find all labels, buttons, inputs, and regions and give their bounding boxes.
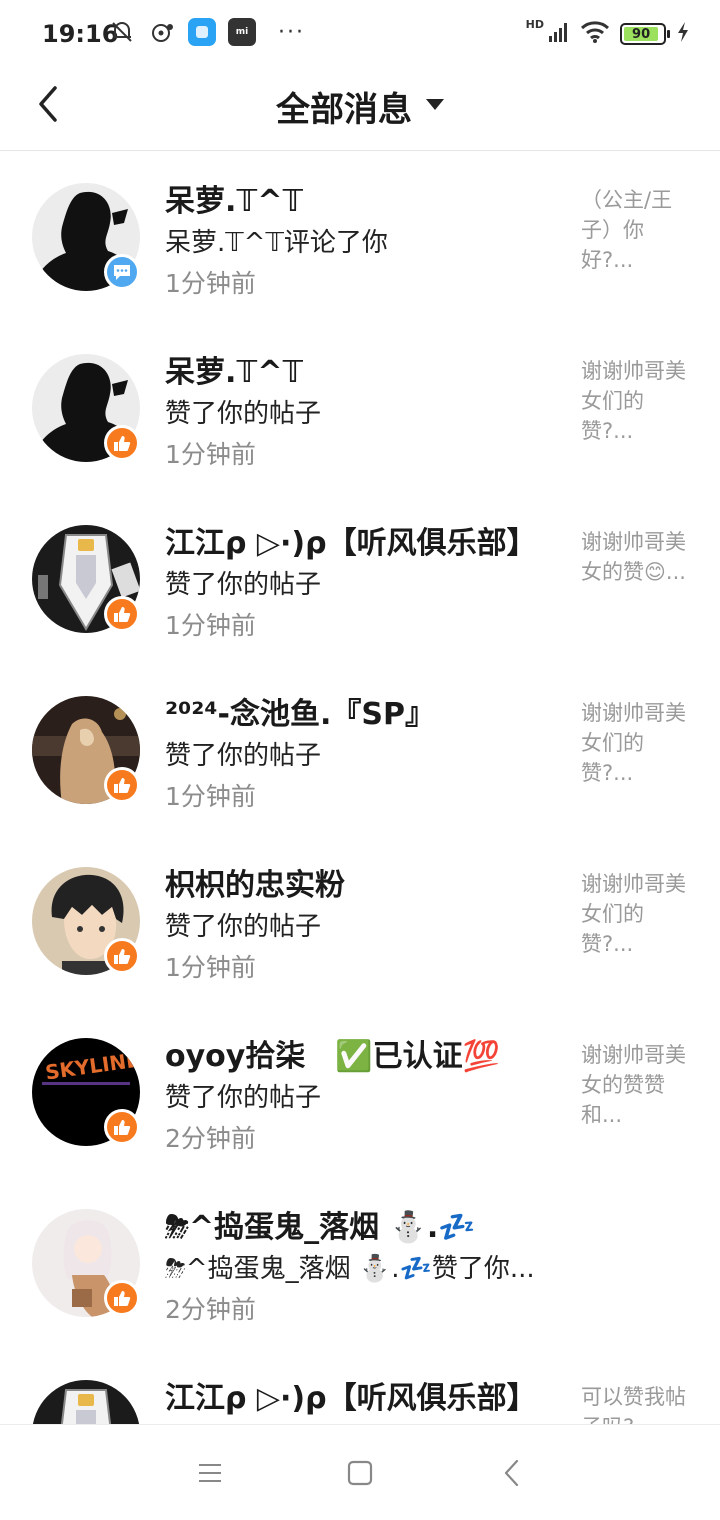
message-time: 1分钟前 bbox=[165, 953, 256, 982]
message-action: 赞了你的帖子 bbox=[165, 570, 322, 600]
avatar[interactable] bbox=[32, 1380, 140, 1424]
sender-name: oyoy拾柒 ✅已认证💯 bbox=[165, 1039, 501, 1074]
message-item[interactable]: 呆萝.𝕋^𝕋 赞了你的帖子 1分钟前 谢谢帅哥美女们的赞?... bbox=[0, 323, 720, 494]
caret-down-icon bbox=[426, 99, 444, 110]
message-action: 呆萝.𝕋^𝕋评论了你 bbox=[165, 228, 388, 258]
home-button[interactable] bbox=[340, 1455, 380, 1491]
message-action: ⛈^捣蛋鬼_落烟 ⛄.💤赞了你... bbox=[165, 1254, 535, 1284]
message-time: 1分钟前 bbox=[165, 269, 256, 298]
sender-name: ⛈^捣蛋鬼_落烟 ⛄.💤 bbox=[165, 1210, 476, 1245]
post-preview[interactable]: （公主/王子）你好?... bbox=[581, 185, 691, 275]
message-item[interactable]: ²⁰²⁴-念池鱼.『SP』 赞了你的帖子 1分钟前 谢谢帅哥美女们的赞?... bbox=[0, 665, 720, 836]
home-square-icon bbox=[347, 1460, 373, 1486]
message-action: 赞了你的帖子 bbox=[165, 741, 322, 771]
message-list: 呆萝.𝕋^𝕋 呆萝.𝕋^𝕋评论了你 1分钟前 （公主/王子）你好?... 呆萝.… bbox=[0, 152, 720, 1424]
more-notifications-icon: ··· bbox=[278, 19, 305, 45]
header: 全部消息 bbox=[0, 68, 720, 151]
status-system-icons: HD 90 bbox=[525, 17, 690, 48]
post-preview[interactable]: 谢谢帅哥美女们的赞?... bbox=[581, 869, 691, 959]
battery-icon: 90 bbox=[620, 23, 670, 45]
post-preview[interactable]: 谢谢帅哥美女的赞赞和... bbox=[581, 1040, 691, 1130]
charging-icon bbox=[676, 21, 690, 47]
message-time: 2分钟前 bbox=[165, 1295, 256, 1324]
status-bar: 19:16 mi ··· HD 90 bbox=[0, 0, 720, 68]
message-time: 1分钟前 bbox=[165, 782, 256, 811]
like-badge-icon bbox=[104, 938, 140, 974]
post-preview[interactable]: 可以赞我帖子吗? bbox=[581, 1382, 691, 1424]
post-preview[interactable]: 谢谢帅哥美女们的赞?... bbox=[581, 356, 691, 446]
status-notification-icons: mi ··· bbox=[108, 18, 305, 46]
back-chevron-icon bbox=[504, 1459, 519, 1487]
message-time: 2分钟前 bbox=[165, 1124, 256, 1153]
hd-label: HD bbox=[525, 17, 544, 31]
like-badge-icon bbox=[104, 1280, 140, 1316]
message-action: 赞了你的帖子 bbox=[165, 1083, 322, 1113]
message-time: 1分钟前 bbox=[165, 440, 256, 469]
message-action: 赞了你的帖子 bbox=[165, 912, 322, 942]
title-dropdown[interactable]: 全部消息 bbox=[0, 82, 720, 131]
message-time: 1分钟前 bbox=[165, 611, 256, 640]
message-item[interactable]: 枳枳的忠实粉 赞了你的帖子 1分钟前 谢谢帅哥美女们的赞?... bbox=[0, 836, 720, 1007]
message-item[interactable]: 呆萝.𝕋^𝕋 呆萝.𝕋^𝕋评论了你 1分钟前 （公主/王子）你好?... bbox=[0, 152, 720, 323]
mute-bell-icon bbox=[108, 18, 136, 46]
message-item[interactable]: 江江ρ ▷·)ρ【听风俱乐部】 可以赞我帖子吗? bbox=[0, 1349, 720, 1424]
like-badge-icon bbox=[104, 767, 140, 803]
mi-app-icon: mi bbox=[228, 18, 256, 46]
like-badge-icon bbox=[104, 596, 140, 632]
sender-name: 呆萝.𝕋^𝕋 bbox=[165, 184, 304, 219]
post-preview[interactable]: 谢谢帅哥美女们的赞?... bbox=[581, 698, 691, 788]
comment-badge-icon bbox=[104, 254, 140, 290]
sender-name: 江江ρ ▷·)ρ【听风俱乐部】 bbox=[165, 1381, 537, 1416]
sender-name: 江江ρ ▷·)ρ【听风俱乐部】 bbox=[165, 526, 537, 561]
signal-icon bbox=[548, 21, 570, 47]
like-badge-icon bbox=[104, 425, 140, 461]
like-badge-icon bbox=[104, 1109, 140, 1145]
message-item[interactable]: SKYLINE oyoy拾柒 ✅已认证💯 赞了你的帖子 2分钟前 谢谢帅哥美女的… bbox=[0, 1007, 720, 1178]
message-action: 赞了你的帖子 bbox=[165, 399, 322, 429]
music-icon bbox=[148, 18, 176, 46]
status-time: 19:16 bbox=[42, 20, 119, 48]
post-preview[interactable]: 谢谢帅哥美女的赞😊... bbox=[581, 527, 691, 587]
menu-icon bbox=[199, 1464, 221, 1482]
system-nav-bar bbox=[0, 1424, 720, 1520]
message-item[interactable]: 江江ρ ▷·)ρ【听风俱乐部】 赞了你的帖子 1分钟前 谢谢帅哥美女的赞😊... bbox=[0, 494, 720, 665]
sender-name: 呆萝.𝕋^𝕋 bbox=[165, 355, 304, 390]
sender-name: 枳枳的忠实粉 bbox=[165, 868, 345, 903]
system-back-button[interactable] bbox=[492, 1455, 532, 1491]
sender-name: ²⁰²⁴-念池鱼.『SP』 bbox=[165, 697, 435, 732]
message-item[interactable]: ⛈^捣蛋鬼_落烟 ⛄.💤 ⛈^捣蛋鬼_落烟 ⛄.💤赞了你... 2分钟前 bbox=[0, 1178, 720, 1349]
page-title: 全部消息 bbox=[276, 90, 412, 130]
app-notification-icon bbox=[188, 18, 216, 46]
wifi-icon bbox=[580, 20, 610, 48]
menu-button[interactable] bbox=[190, 1455, 230, 1491]
